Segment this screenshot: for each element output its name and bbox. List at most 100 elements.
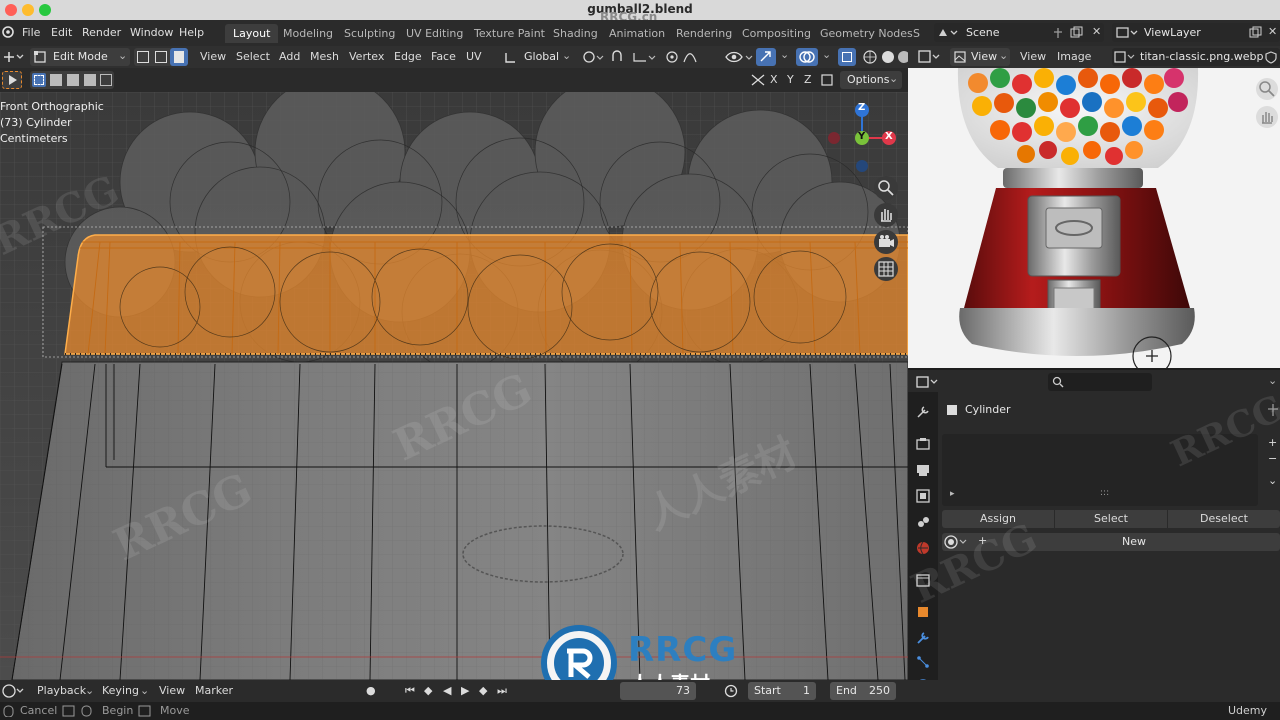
image-view-mode-selector[interactable]: View ⌄ (950, 48, 1010, 66)
scene-tab-icon[interactable] (915, 514, 931, 530)
options-dropdown[interactable]: Options ⌄ (840, 71, 902, 89)
remove-layer-icon[interactable]: ✕ (1268, 25, 1277, 38)
next-keyframe-icon[interactable]: ◆ (479, 684, 487, 697)
marker-menu[interactable]: Marker (195, 684, 233, 697)
image-pan-hand-icon[interactable] (1256, 106, 1278, 128)
transform-orientation-selector[interactable]: Global ⌄ (500, 48, 574, 66)
header-menu-mesh[interactable]: Mesh (310, 50, 339, 63)
tab-sculpting[interactable]: Sculpting (336, 24, 403, 43)
pan-hand-icon[interactable] (874, 203, 898, 227)
camera-view-icon[interactable] (874, 230, 898, 254)
select-new-icon[interactable] (32, 73, 46, 87)
tool-tab-icon[interactable] (915, 404, 931, 420)
play-icon[interactable]: ▶ (461, 684, 469, 697)
new-material-button[interactable]: New (1122, 535, 1146, 548)
list-menu-chevron-icon[interactable]: ⌄ (1268, 474, 1277, 487)
play-reverse-icon[interactable]: ◀ (443, 684, 451, 697)
selected-faces[interactable] (64, 234, 908, 355)
clock-icon[interactable] (724, 684, 740, 698)
tab-scripting[interactable]: S (911, 24, 928, 43)
mirror-axis-icon[interactable] (750, 73, 766, 87)
close-icon[interactable]: ✕ (1092, 25, 1101, 38)
remove-group-icon[interactable]: − (1268, 452, 1277, 465)
record-icon[interactable]: ● (366, 684, 376, 697)
edge-select-icon[interactable] (155, 51, 167, 63)
menu-window[interactable]: Window (130, 26, 173, 39)
header-menu-vertex[interactable]: Vertex (349, 50, 384, 63)
axis-z-toggle[interactable]: Z (804, 73, 812, 86)
current-frame-field[interactable]: 73 (620, 682, 696, 700)
tab-texture-paint[interactable]: Texture Paint (466, 24, 553, 43)
keying-menu[interactable]: Keying (102, 684, 139, 697)
mode-selector[interactable]: Edit Mode ⌄ (30, 48, 130, 66)
jump-end-icon[interactable]: ⏭ (497, 684, 507, 698)
header-menu-select[interactable]: Select (236, 50, 270, 63)
xray-toggle-icon[interactable] (838, 48, 856, 66)
view-layer-selector[interactable]: ViewLayer ✕ (1112, 23, 1280, 42)
timeline-editor-type-icon[interactable] (2, 684, 26, 698)
3d-viewport[interactable]: Front Orthographic (73) Cylinder Centime… (0, 92, 908, 680)
select-intersect-icon[interactable] (100, 74, 112, 86)
header-menu-uv[interactable]: UV (466, 50, 482, 63)
end-frame-field[interactable]: End 250 (830, 682, 896, 700)
prev-keyframe-icon[interactable]: ◆ (424, 684, 432, 697)
axis-y-toggle[interactable]: Y (787, 73, 794, 86)
image-selector[interactable]: titan-classic.png.webp (1112, 48, 1280, 66)
tab-shading[interactable]: Shading (545, 24, 606, 43)
viewport-scene[interactable] (0, 92, 908, 680)
resize-handle-icon[interactable]: ::: (1100, 488, 1109, 498)
render-tab-icon[interactable] (915, 436, 931, 452)
shield-icon[interactable] (1264, 51, 1278, 64)
tab-geometry-nodes[interactable]: Geometry Nodes (812, 24, 921, 43)
reference-image-view[interactable] (908, 68, 1280, 368)
deselect-button[interactable]: Deselect (1168, 510, 1280, 528)
duplicate-icon[interactable] (1070, 26, 1083, 39)
proportional-edit-icon[interactable] (664, 49, 704, 65)
particles-tab-icon[interactable] (915, 654, 931, 670)
duplicate-layer-icon[interactable] (1249, 26, 1262, 39)
tab-rendering[interactable]: Rendering (668, 24, 740, 43)
world-tab-icon[interactable] (915, 540, 931, 556)
blender-logo-icon[interactable] (2, 26, 14, 38)
snap-icon[interactable] (610, 49, 656, 65)
menu-file[interactable]: File (22, 26, 40, 39)
chevron-down-icon[interactable]: ⌄ (1268, 374, 1277, 387)
gizmo-toggle-icon[interactable] (756, 48, 776, 66)
select-button[interactable]: Select (1055, 510, 1167, 528)
mesh-options-icon[interactable] (820, 73, 836, 87)
image-menu-view[interactable]: View (1020, 50, 1046, 63)
image-zoom-icon[interactable] (1256, 78, 1278, 100)
zoom-icon[interactable] (874, 176, 898, 200)
tab-compositing[interactable]: Compositing (734, 24, 819, 43)
pivot-point-icon[interactable] (582, 49, 606, 65)
select-extend-icon[interactable] (50, 74, 62, 86)
overlays-toggle-icon[interactable] (796, 48, 818, 66)
properties-editor-type-icon[interactable] (916, 375, 940, 389)
axis-x-toggle[interactable]: X (770, 73, 778, 86)
tab-layout[interactable]: Layout (225, 24, 279, 43)
select-tool-icon[interactable] (2, 71, 22, 89)
add-group-icon[interactable]: + (1268, 436, 1277, 449)
tab-modeling[interactable]: Modeling (275, 24, 341, 43)
start-frame-field[interactable]: Start 1 (748, 682, 816, 700)
select-invert-icon[interactable] (84, 74, 96, 86)
modifier-wrench-icon[interactable] (915, 630, 931, 646)
menu-render[interactable]: Render (82, 26, 121, 39)
expand-arrow-icon[interactable]: ▸ (950, 489, 955, 499)
pin-icon[interactable] (1052, 27, 1064, 39)
ortho-grid-icon[interactable] (874, 257, 898, 281)
header-menu-view[interactable]: View (200, 50, 226, 63)
menu-help[interactable]: Help (179, 26, 204, 39)
header-menu-add[interactable]: Add (279, 50, 300, 63)
shading-modes-icon[interactable] (862, 49, 908, 65)
face-select-icon[interactable] (170, 48, 188, 66)
selection-mode-group[interactable] (30, 71, 114, 89)
jump-start-icon[interactable]: ⏮ (405, 684, 415, 698)
select-mode-group[interactable] (134, 48, 188, 66)
timeline-view-menu[interactable]: View (159, 684, 185, 697)
tab-uv-editing[interactable]: UV Editing (398, 24, 471, 43)
image-editor-type-icon[interactable] (918, 50, 942, 64)
view-layer-tab-icon[interactable] (915, 488, 931, 504)
playback-menu[interactable]: Playback (37, 684, 86, 697)
output-tab-icon[interactable] (915, 462, 931, 478)
